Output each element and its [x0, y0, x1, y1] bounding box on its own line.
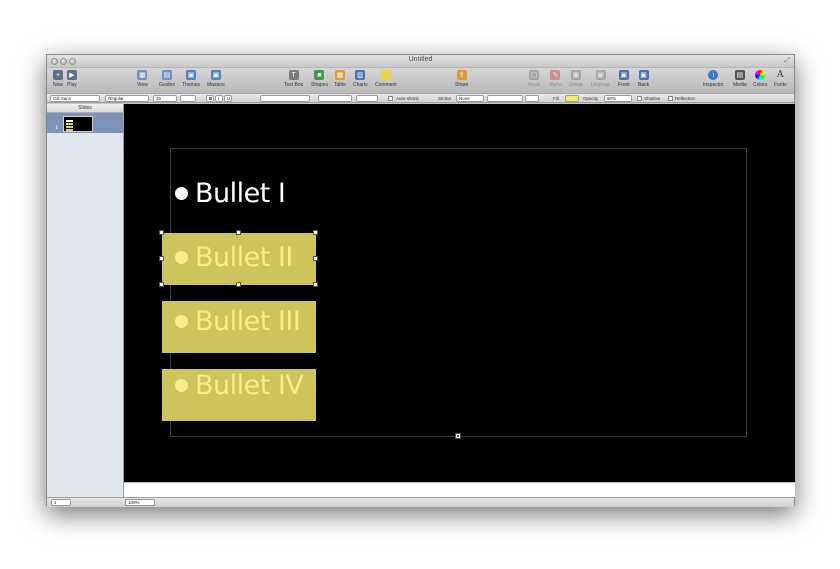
bullet-dot-icon: [175, 379, 188, 392]
autoshrink-label: Auto-shrink: [396, 96, 419, 101]
window-title: Untitled: [408, 56, 433, 63]
bullet-text: Bullet III: [195, 306, 301, 337]
selection-handle-top[interactable]: [236, 230, 241, 235]
autoshrink-checkbox[interactable]: [388, 96, 393, 101]
title-bar[interactable]: Untitled ⤢: [47, 55, 794, 68]
ungroup-button[interactable]: ▣ Ungroup: [591, 70, 610, 88]
text-box-button[interactable]: T Text Box: [284, 70, 303, 88]
italic-button[interactable]: I: [215, 95, 223, 102]
font-size-field[interactable]: 26: [153, 95, 177, 102]
canvas-pasteboard: [124, 482, 795, 497]
bullet-item-4[interactable]: Bullet IV: [175, 370, 304, 401]
bold-button[interactable]: B: [206, 95, 214, 102]
guides-button[interactable]: ▤ Guides: [159, 70, 175, 88]
bullet-dot-icon: [175, 251, 188, 264]
font-family-select[interactable]: Gill Sans: [50, 95, 100, 102]
format-bar: Gill Sans Regular 26 B I U Auto-shrink S…: [47, 93, 794, 103]
selection-handle-bottom-right[interactable]: [313, 282, 318, 287]
group-button[interactable]: ▣ Group: [569, 70, 583, 88]
toolbar: + New ▶ Play ▦ View ▤ Guides ▣ Themes ▣ Master…: [47, 68, 794, 93]
fill-color-well[interactable]: [565, 95, 579, 102]
comment-button[interactable]: Comment: [375, 70, 397, 88]
play-button[interactable]: ▶ Play: [67, 70, 77, 88]
colors-button[interactable]: Colors: [753, 70, 767, 88]
line-spacing-select[interactable]: [318, 95, 352, 102]
list-style-select[interactable]: [356, 95, 378, 102]
bullet-text: Bullet IV: [195, 370, 304, 401]
stroke-color-well[interactable]: [525, 95, 539, 102]
slides-header: Slides: [47, 104, 123, 113]
back-button[interactable]: ▣ Back: [638, 70, 649, 88]
bullet-dot-icon: [175, 187, 188, 200]
stroke-width-select[interactable]: [487, 95, 523, 102]
fill-label: Fill: [553, 96, 559, 101]
selection-handle-left[interactable]: [159, 256, 164, 261]
slide-number: 1: [55, 125, 58, 131]
alignment-buttons[interactable]: [260, 95, 310, 102]
bullet-item-2[interactable]: Bullet II: [175, 242, 293, 273]
underline-button[interactable]: U: [224, 95, 232, 102]
bullet-text: Bullet II: [195, 242, 293, 273]
fullscreen-icon[interactable]: ⤢: [784, 57, 790, 65]
font-style-select[interactable]: Regular: [105, 95, 149, 102]
bullet-dot-icon: [175, 315, 188, 328]
view-button[interactable]: ▦ View: [137, 70, 148, 88]
mask-button[interactable]: ▢ Mask: [528, 70, 540, 88]
selection-handle-top-left[interactable]: [159, 230, 164, 235]
charts-button[interactable]: ▥ Charts: [353, 70, 368, 88]
reflection-label: Reflection: [675, 96, 696, 101]
stroke-label: Stroke: [438, 96, 452, 101]
reflection-checkbox[interactable]: [668, 96, 673, 101]
shapes-button[interactable]: ■ Shapes: [311, 70, 328, 88]
selection-handle-bottom-left[interactable]: [159, 282, 164, 287]
opacity-label: Opacity: [583, 96, 599, 101]
bullet-text: Bullet I: [195, 178, 286, 209]
media-button[interactable]: ▤ Media: [733, 70, 747, 88]
text-color-well[interactable]: [180, 95, 196, 102]
slide-count-field[interactable]: 1: [51, 499, 71, 506]
alpha-button[interactable]: ✎ Alpha: [549, 70, 562, 88]
share-button[interactable]: ⇪ Share: [455, 70, 468, 88]
opacity-field[interactable]: 80%: [604, 95, 632, 102]
new-button[interactable]: + New: [53, 70, 63, 88]
inspector-button[interactable]: i Inspector: [703, 70, 724, 88]
zoom-select[interactable]: 100%: [125, 499, 155, 506]
shadow-label: Shadow: [644, 96, 661, 101]
selection-handle-bottom[interactable]: [236, 282, 241, 287]
bullet-item-3[interactable]: Bullet III: [175, 306, 301, 337]
fonts-button[interactable]: A Fonts: [774, 70, 787, 88]
themes-button[interactable]: ▣ Themes: [182, 70, 200, 88]
slide-navigator: Slides 1: [47, 104, 124, 497]
table-button[interactable]: ▦ Table: [334, 70, 346, 88]
selection-handle-right[interactable]: [313, 256, 318, 261]
bullet-item-1[interactable]: Bullet I: [175, 178, 286, 209]
front-button[interactable]: ▣ Front: [618, 70, 630, 88]
masters-button[interactable]: ▣ Masters: [207, 70, 225, 88]
slide-thumbnail-row[interactable]: 1: [47, 113, 123, 133]
selection-handle-top-right[interactable]: [313, 230, 318, 235]
stroke-select[interactable]: None: [456, 95, 484, 102]
slide-thumbnail[interactable]: [63, 116, 93, 132]
shadow-checkbox[interactable]: [637, 96, 642, 101]
status-bar: 1 100%: [47, 497, 794, 507]
text-box-resize-handle[interactable]: [455, 433, 461, 439]
